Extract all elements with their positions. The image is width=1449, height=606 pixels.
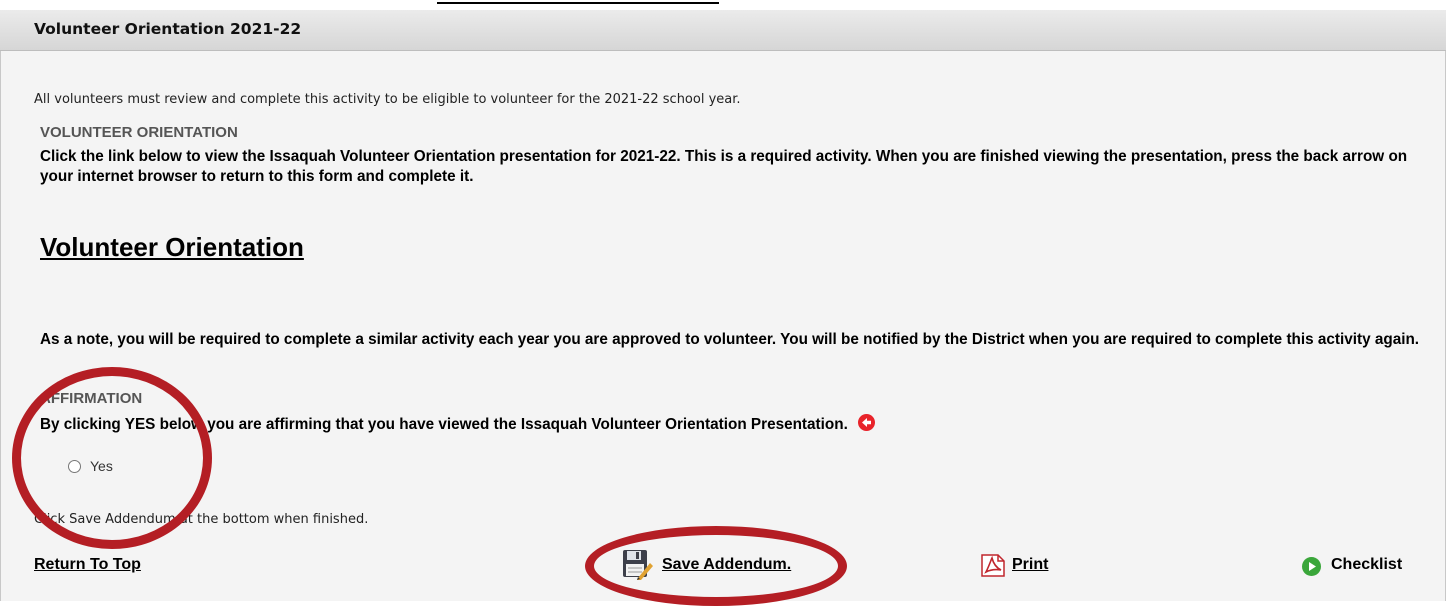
intro-text: All volunteers must review and complete … <box>34 92 741 107</box>
orientation-instructions: Click the link below to view the Issaqua… <box>40 148 1408 185</box>
print-link[interactable]: Print <box>1012 556 1048 574</box>
volunteer-orientation-link[interactable]: Volunteer Orientation <box>40 232 304 263</box>
section-label-orientation: VOLUNTEER ORIENTATION <box>40 124 238 141</box>
pdf-icon[interactable] <box>980 554 1006 577</box>
return-to-top-link[interactable]: Return To Top <box>34 556 141 574</box>
checklist-link[interactable]: Checklist <box>1331 556 1402 574</box>
panel-title: Volunteer Orientation 2021-22 <box>34 20 302 38</box>
tab-underline <box>437 2 719 4</box>
annotation-circle-save <box>585 526 847 606</box>
annual-note: As a note, you will be required to compl… <box>40 331 1420 348</box>
checklist-play-icon[interactable] <box>1302 557 1321 576</box>
required-arrow-icon <box>858 414 876 431</box>
annotation-circle-yes <box>12 367 212 549</box>
